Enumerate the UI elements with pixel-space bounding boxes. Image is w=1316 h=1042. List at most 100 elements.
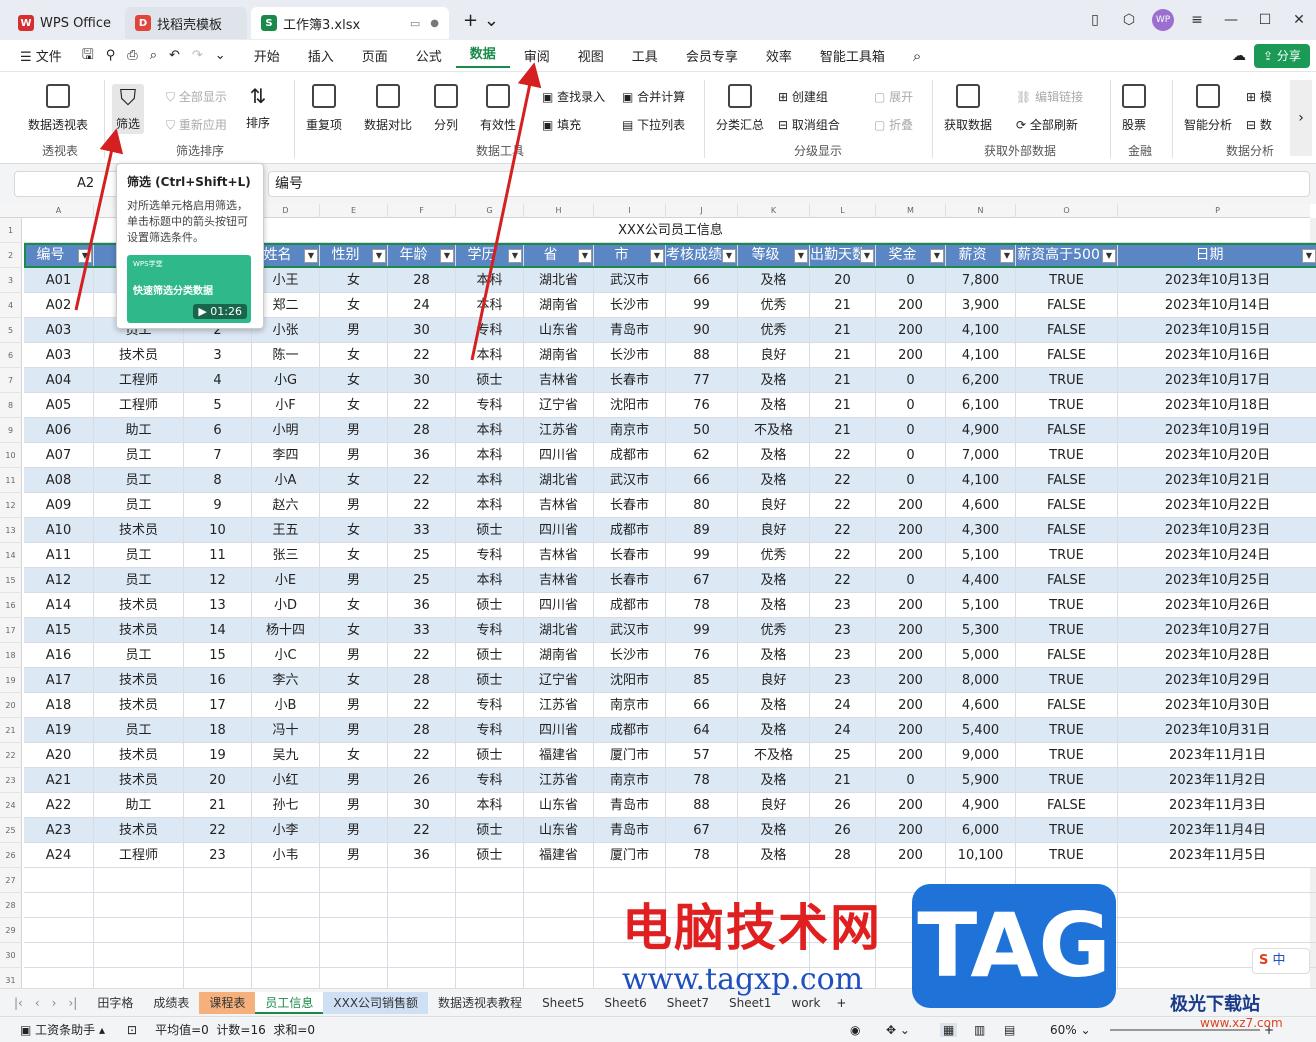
table-cell[interactable]: 男 [320, 643, 388, 668]
data-button-trunc[interactable]: ⊟ 数 [1246, 116, 1272, 133]
table-cell[interactable]: 员工 [94, 718, 184, 743]
table-cell[interactable]: A16 [24, 643, 94, 668]
table-cell[interactable]: 本科 [456, 268, 524, 293]
table-cell[interactable]: 22 [388, 693, 456, 718]
empty-cell[interactable] [320, 868, 388, 893]
table-cell[interactable]: 长沙市 [594, 343, 666, 368]
table-cell[interactable]: 76 [666, 643, 738, 668]
table-cell[interactable]: 成都市 [594, 518, 666, 543]
collapse-button[interactable]: ▢ 折叠 [874, 116, 913, 133]
table-cell[interactable]: 本科 [456, 343, 524, 368]
filter-dropdown-icon[interactable]: ▼ [578, 249, 592, 263]
table-cell[interactable]: 长春市 [594, 368, 666, 393]
table-cell[interactable]: 福建省 [524, 743, 594, 768]
table-cell[interactable]: 四川省 [524, 593, 594, 618]
empty-cell[interactable] [184, 968, 252, 988]
table-cell[interactable]: 湖南省 [524, 293, 594, 318]
table-cell[interactable]: A08 [24, 468, 94, 493]
table-cell[interactable]: 22 [184, 818, 252, 843]
sheet-tab[interactable]: XXX公司销售额 [323, 991, 429, 1014]
row-header[interactable]: 1 [0, 218, 22, 243]
zoom-level[interactable]: 60% ⌄ [1050, 1023, 1091, 1037]
empty-cell[interactable] [524, 968, 594, 988]
table-cell[interactable]: 成都市 [594, 718, 666, 743]
table-cell[interactable]: 4,100 [946, 468, 1016, 493]
row-header[interactable]: 24 [0, 793, 22, 818]
avatar[interactable]: WP [1146, 9, 1180, 31]
close-icon[interactable]: ✕ [1282, 12, 1316, 28]
table-cell[interactable]: 22 [388, 393, 456, 418]
table-cell[interactable]: A01 [24, 268, 94, 293]
table-cell[interactable]: 良好 [738, 518, 810, 543]
tab-workbook[interactable]: S 工作簿3.xlsx ▭ ● [251, 7, 450, 39]
row-header[interactable]: 26 [0, 843, 22, 868]
empty-cell[interactable] [524, 868, 594, 893]
table-cell[interactable]: 6,200 [946, 368, 1016, 393]
table-cell[interactable]: 男 [320, 793, 388, 818]
tab-docer[interactable]: D 找稻壳模板 [125, 7, 248, 39]
table-cell[interactable]: 硕士 [456, 668, 524, 693]
table-cell[interactable]: TRUE [1016, 543, 1118, 568]
table-cell[interactable]: A12 [24, 568, 94, 593]
empty-cell[interactable] [388, 968, 456, 988]
table-cell[interactable]: 10,100 [946, 843, 1016, 868]
table-cell[interactable]: 36 [388, 443, 456, 468]
table-cell[interactable]: 64 [666, 718, 738, 743]
table-cell[interactable]: 88 [666, 343, 738, 368]
empty-cell[interactable] [456, 968, 524, 988]
table-cell[interactable]: 4 [184, 368, 252, 393]
table-cell[interactable]: 硕士 [456, 518, 524, 543]
table-cell[interactable]: 23 [810, 643, 876, 668]
table-cell[interactable]: A23 [24, 818, 94, 843]
table-cell[interactable]: A03 [24, 318, 94, 343]
column-header[interactable]: F [388, 204, 456, 218]
table-cell[interactable]: 沈阳市 [594, 668, 666, 693]
empty-cell[interactable] [252, 918, 320, 943]
table-cell[interactable]: 2023年10月26日 [1118, 593, 1316, 618]
table-cell[interactable]: 冯十 [252, 718, 320, 743]
table-cell[interactable]: 22 [388, 493, 456, 518]
subtotal-button[interactable]: 分类汇总 [716, 84, 764, 133]
header-cell[interactable]: 日期 [1118, 243, 1316, 268]
empty-cell[interactable] [388, 868, 456, 893]
table-cell[interactable]: 22 [388, 468, 456, 493]
table-cell[interactable]: 5,000 [946, 643, 1016, 668]
row-header[interactable]: 12 [0, 493, 22, 518]
table-cell[interactable]: 4,900 [946, 418, 1016, 443]
empty-cell[interactable] [524, 943, 594, 968]
more-icon[interactable]: ⌄ [215, 48, 226, 63]
table-cell[interactable]: 员工 [94, 643, 184, 668]
row-header[interactable]: 27 [0, 868, 22, 893]
table-cell[interactable]: 长春市 [594, 568, 666, 593]
table-cell[interactable]: 女 [320, 268, 388, 293]
table-cell[interactable]: 28 [388, 268, 456, 293]
table-cell[interactable]: 200 [876, 618, 946, 643]
page-view-icon[interactable]: ▥ [974, 1023, 985, 1037]
filter-dropdown-icon[interactable]: ▼ [722, 249, 736, 263]
table-cell[interactable]: 200 [876, 793, 946, 818]
filter-dropdown-icon[interactable]: ▼ [508, 249, 522, 263]
table-cell[interactable]: 2023年10月14日 [1118, 293, 1316, 318]
column-header[interactable]: O [1016, 204, 1118, 218]
table-cell[interactable]: 16 [184, 668, 252, 693]
table-cell[interactable]: 硕士 [456, 593, 524, 618]
table-cell[interactable]: 男 [320, 443, 388, 468]
empty-cell[interactable] [320, 943, 388, 968]
menu-item-data[interactable]: 数据 [455, 43, 510, 68]
table-cell[interactable]: 优秀 [738, 293, 810, 318]
empty-cell[interactable] [24, 893, 94, 918]
table-cell[interactable]: 26 [810, 818, 876, 843]
table-cell[interactable]: 4,400 [946, 568, 1016, 593]
row-header[interactable]: 8 [0, 393, 22, 418]
table-cell[interactable]: 66 [666, 268, 738, 293]
link-icon[interactable]: ⚲ [106, 48, 116, 63]
table-cell[interactable]: A03 [24, 343, 94, 368]
table-cell[interactable]: 技术员 [94, 743, 184, 768]
table-cell[interactable]: 7 [184, 443, 252, 468]
formula-input[interactable]: 编号 [268, 171, 1310, 197]
reapply-button[interactable]: ⛉ 重新应用 [166, 116, 227, 133]
menu-icon[interactable]: ≡ [1180, 12, 1214, 28]
table-cell[interactable]: 及格 [738, 443, 810, 468]
table-cell[interactable]: 66 [666, 693, 738, 718]
table-cell[interactable]: 62 [666, 443, 738, 468]
